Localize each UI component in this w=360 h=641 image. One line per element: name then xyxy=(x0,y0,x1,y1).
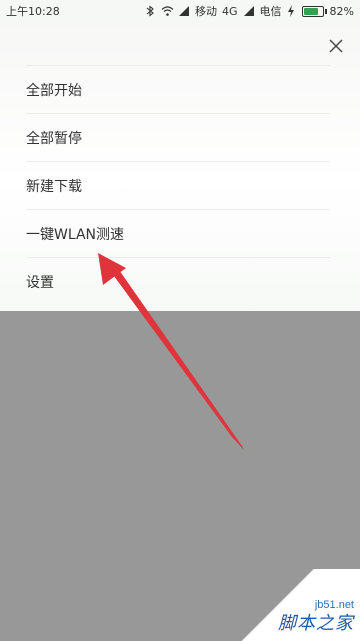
status-time: 上午10:28 xyxy=(6,5,60,18)
watermark-brand: 脚本之家 xyxy=(278,613,354,634)
menu-item-settings[interactable]: 设置 xyxy=(26,257,330,305)
menu-item-label: 全部暂停 xyxy=(26,130,82,147)
carrier-1: 移动 xyxy=(195,5,218,18)
status-bar: 上午10:28 移动 4G 电信 82% xyxy=(0,0,360,22)
download-menu-sheet: 全部开始 全部暂停 新建下载 一键WLAN测速 设置 xyxy=(0,22,360,311)
signal-icon xyxy=(243,5,255,17)
menu-item-label: 设置 xyxy=(26,274,54,291)
menu-list: 全部开始 全部暂停 新建下载 一键WLAN测速 设置 xyxy=(26,65,330,305)
menu-item-new-download[interactable]: 新建下载 xyxy=(26,161,330,209)
network-type: 4G xyxy=(222,4,238,18)
screen: 上午10:28 移动 4G 电信 82% 全部开始 全部暂停 新建下载 一键WL… xyxy=(0,0,360,641)
watermark: jb51.net 脚本之家 xyxy=(215,569,360,641)
battery-percent: 82% xyxy=(329,4,354,18)
menu-item-label: 新建下载 xyxy=(26,178,82,195)
battery-icon xyxy=(301,5,324,17)
menu-item-label: 一键WLAN测速 xyxy=(26,226,125,243)
signal-icon xyxy=(178,5,190,17)
menu-item-start-all[interactable]: 全部开始 xyxy=(26,65,330,113)
close-button[interactable] xyxy=(322,32,350,60)
menu-item-wlan-speed-test[interactable]: 一键WLAN测速 xyxy=(26,209,330,257)
charging-icon xyxy=(287,5,299,17)
battery: 82% xyxy=(287,5,354,18)
status-icons: 移动 4G 电信 82% xyxy=(144,3,354,19)
menu-item-pause-all[interactable]: 全部暂停 xyxy=(26,113,330,161)
close-icon xyxy=(329,39,343,53)
wifi-icon xyxy=(161,5,174,17)
menu-item-label: 全部开始 xyxy=(26,82,82,99)
carrier-2: 电信 xyxy=(259,5,282,18)
bluetooth-icon xyxy=(144,5,156,17)
